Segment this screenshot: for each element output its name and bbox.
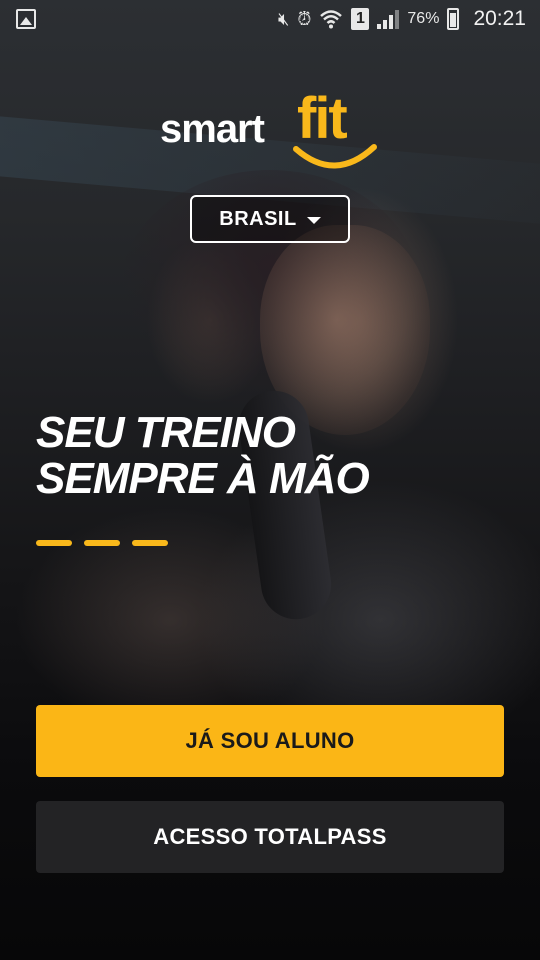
signal-icon — [377, 9, 400, 29]
smartfit-logo: smart fit — [160, 85, 390, 175]
status-right: 🔇︎ ⏰︎ 1 76% 20:21 — [278, 7, 526, 31]
mute-icon: 🔇︎ — [278, 9, 290, 29]
battery-percent: 76% — [407, 10, 440, 27]
hero-line-1: SEU TREINO — [36, 408, 296, 457]
wifi-icon — [320, 10, 343, 29]
status-bar: 🔇︎ ⏰︎ 1 76% 20:21 — [0, 0, 540, 38]
hero-headline: SEU TREINO SEMPRE À MÃO — [36, 408, 370, 503]
country-selector[interactable]: BRASIL — [190, 195, 350, 243]
totalpass-access-button[interactable]: ACESSO TOTALPASS — [36, 801, 504, 873]
logo-smile-icon — [293, 144, 377, 169]
country-selector-label: BRASIL — [219, 207, 297, 230]
already-student-button[interactable]: JÁ SOU ALUNO — [36, 705, 504, 777]
status-time: 20:21 — [473, 7, 526, 30]
logo-smart-text: smart — [160, 107, 265, 151]
alarm-icon: ⏰︎ — [297, 9, 312, 29]
status-left — [16, 9, 36, 29]
page-indicator-dash — [36, 540, 72, 546]
gallery-icon — [16, 9, 36, 29]
sim-icon: 1 — [351, 8, 370, 30]
caret-down-icon — [306, 216, 321, 224]
page-indicator-dash — [132, 540, 168, 546]
page-indicator — [36, 540, 168, 546]
page-indicator-dash — [84, 540, 120, 546]
battery-icon — [447, 8, 460, 30]
hero-line-2: SEMPRE À MÃO — [36, 454, 370, 503]
